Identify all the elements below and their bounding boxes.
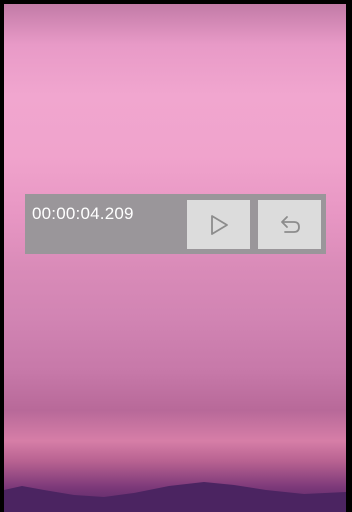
play-icon	[210, 214, 228, 235]
elapsed-time: 00:00:04.209	[32, 204, 134, 223]
undo-icon	[280, 215, 300, 233]
home-screen: 00:00:04.209	[0, 0, 352, 512]
wallpaper	[4, 4, 346, 512]
reset-button[interactable]	[258, 200, 321, 249]
stopwatch-widget: 00:00:04.209	[25, 194, 326, 254]
mountain-silhouette	[4, 482, 346, 512]
play-button[interactable]	[187, 200, 250, 249]
